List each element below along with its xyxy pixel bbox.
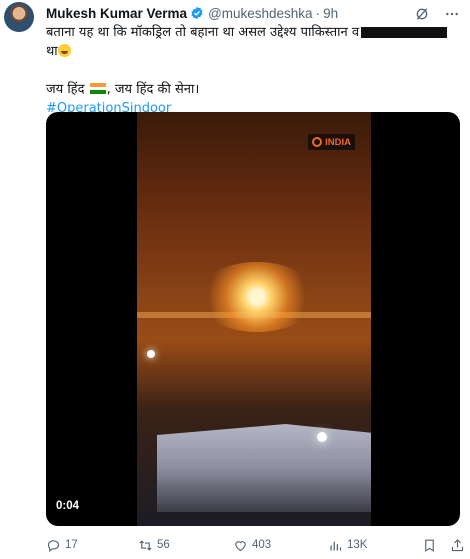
- avatar[interactable]: [4, 2, 34, 32]
- reply-count: 17: [65, 539, 78, 551]
- retweet-count: 56: [157, 539, 170, 551]
- building-silhouette: [157, 424, 371, 512]
- share-icon: [451, 538, 464, 551]
- light-point: [147, 350, 155, 358]
- views-button[interactable]: 13K: [328, 538, 367, 553]
- video-frame: INDIA: [137, 112, 371, 526]
- separator-dot: ·: [315, 5, 321, 21]
- tweet-line-2: था: [46, 42, 466, 61]
- reply-button[interactable]: 17: [46, 538, 78, 553]
- india-flag-icon: [89, 83, 106, 95]
- heart-icon: [235, 540, 246, 551]
- tweet-line-3: जय हिंद , जय हिंद की सेना।: [46, 80, 466, 99]
- top-right-icons: [414, 6, 460, 22]
- watermark-logo: INDIA: [308, 134, 355, 150]
- retweet-icon: [139, 539, 152, 551]
- share-button[interactable]: [450, 538, 465, 553]
- like-button[interactable]: 403: [233, 538, 271, 553]
- video-player[interactable]: INDIA 0:04: [46, 112, 460, 526]
- tweet-line-2-text: था: [46, 44, 58, 59]
- tweet-line-3a-text: जय हिंद: [46, 82, 85, 97]
- redaction-bar: [361, 27, 448, 38]
- reply-icon: [47, 539, 60, 552]
- watermark-text: INDIA: [325, 136, 351, 148]
- retweet-button[interactable]: 56: [138, 538, 170, 553]
- verified-badge-icon: [191, 6, 203, 20]
- watermark-icon: [312, 137, 323, 147]
- views-count: 13K: [347, 539, 368, 551]
- views-icon: [330, 541, 342, 550]
- tweet-header: Mukesh Kumar Verma @mukeshdeshka · 9h: [46, 4, 338, 22]
- tweet-text: बताना यह था कि मॉकड्रिल तो बहाना था असल …: [46, 23, 466, 118]
- grinning-emoji-icon: [57, 44, 71, 57]
- bookmark-icon: [425, 539, 434, 552]
- explosion-glow: [197, 262, 317, 332]
- author-name[interactable]: Mukesh Kumar Verma: [46, 6, 187, 21]
- tweet-line-1: बताना यह था कि मॉकड्रिल तो बहाना था असल …: [46, 23, 466, 42]
- action-bar: 17 56 403 13K: [46, 536, 466, 554]
- grok-icon[interactable]: [414, 6, 430, 22]
- like-count: 403: [252, 539, 272, 551]
- tweet-line-3b-text: , जय हिंद की सेना।: [106, 82, 200, 97]
- light-point: [317, 432, 327, 442]
- video-timestamp: 0:04: [56, 500, 80, 512]
- author-handle[interactable]: @mukeshdeshka: [208, 6, 313, 21]
- tweet-line-1-text: बताना यह था कि मॉकड्रिल तो बहाना था असल …: [46, 25, 360, 40]
- more-icon[interactable]: [444, 6, 460, 22]
- bookmark-button[interactable]: [422, 538, 437, 553]
- post-time[interactable]: 9h: [323, 6, 338, 21]
